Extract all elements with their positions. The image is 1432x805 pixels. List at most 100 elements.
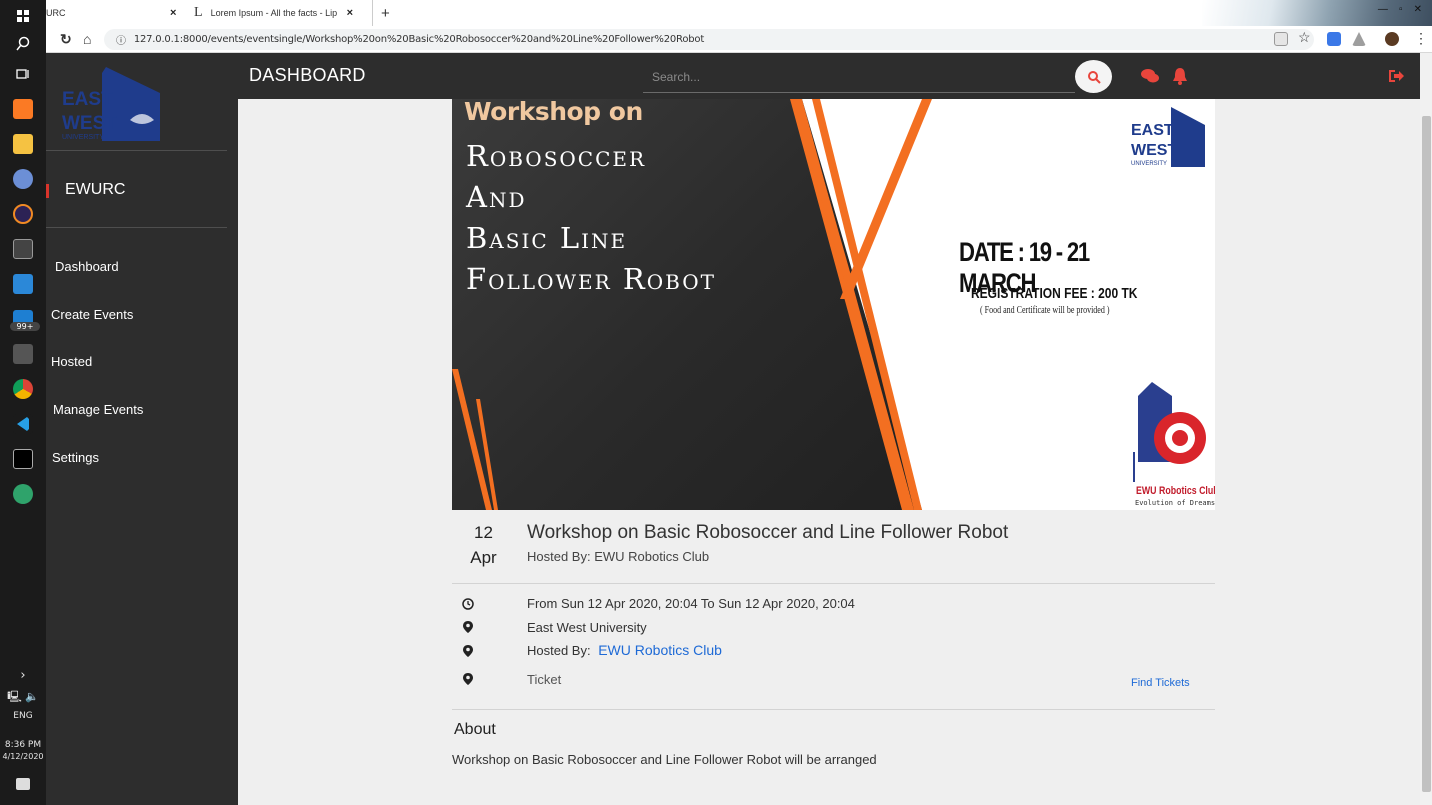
event-ticket-label: Ticket [527,672,562,687]
divider [452,583,1215,584]
search-icon[interactable] [13,34,33,54]
chrome-icon[interactable] [13,379,33,399]
sidebar-divider [46,150,227,151]
language-indicator[interactable]: ENG [0,711,46,721]
sidebar-item-dashboard[interactable]: Dashboard [46,251,238,281]
logout-icon[interactable] [1386,66,1406,86]
banner-line: Basic Line [466,221,628,255]
sidebar-item-settings[interactable]: Settings [46,442,238,472]
banner-line: Robosoccer [466,139,647,173]
translate-icon[interactable] [1274,32,1288,46]
info-icon[interactable]: ⓘ [116,32,126,47]
svg-text:EAST: EAST [1131,122,1174,139]
event-title: Workshop on Basic Robosoccer and Line Fo… [527,522,1009,543]
svg-text:EAST: EAST [62,89,113,110]
svg-text:UNIVERSITY: UNIVERSITY [62,134,104,141]
banner-line: Follower Robot [466,262,716,296]
svg-text:UNIVERSITY: UNIVERSITY [1131,161,1167,167]
chevron-up-icon[interactable]: › [0,668,46,683]
event-location: East West University [527,620,647,635]
vscode-icon[interactable] [13,414,33,434]
reload-icon[interactable]: ↻ [60,31,72,48]
banner-ewu-logo: EAST WEST UNIVERSITY [1131,105,1209,169]
banner-line: And [466,180,527,214]
close-icon[interactable]: × [347,7,353,19]
top-header: DASHBOARD [238,53,1420,99]
tab-lorem-ipsum[interactable]: L Lorem Ipsum - All the facts - Lip × [194,0,364,26]
about-heading: About [454,721,496,738]
event-banner-image: Workshop on Robosoccer And Basic Line Fo… [452,99,1215,510]
sidebar-item-hosted[interactable]: Hosted [46,346,238,376]
sidebar-item-manage-events[interactable]: Manage Events [46,394,238,424]
page-title: DASHBOARD [249,65,366,85]
tab-ewurc[interactable]: URC × [46,0,188,26]
banner-fee: REGISTRATION FEE : 200 TK [971,285,1138,302]
hosted-by-label: Hosted By: [527,643,591,658]
windows-start-icon[interactable] [13,6,33,26]
sidebar-item-label: Settings [52,449,99,465]
event-time: From Sun 12 Apr 2020, 20:04 To Sun 12 Ap… [527,596,855,611]
sidebar-brand[interactable]: EWURC [65,181,125,199]
extension-icon[interactable] [1327,32,1341,46]
location-pin-icon [462,644,474,658]
clock-time[interactable]: 8:36 PM [0,740,46,750]
bookmark-star-icon[interactable]: ☆ [1298,29,1311,46]
url-input[interactable]: ⓘ 127.0.0.1:8000/events/eventsingle/Work… [104,29,1314,50]
clock-icon [462,597,474,611]
home-icon[interactable]: ⌂ [83,31,91,47]
eclipse-icon[interactable] [13,204,33,224]
xampp-icon[interactable] [13,99,33,119]
browser-tab-bar: URC × L Lorem Ipsum - All the facts - Li… [46,0,1432,26]
banner-note: ( Food and Certificate will be provided … [980,305,1110,316]
window-controls[interactable]: — ▫ ✕ [1378,4,1422,15]
profile-avatar[interactable] [1385,32,1399,46]
network-volume-icon[interactable]: 🖳 🔈 [0,688,46,707]
notifications-bell-icon[interactable] [1170,66,1190,86]
menu-icon[interactable]: ⋮ [1414,30,1428,47]
svg-text:WEST: WEST [62,113,117,134]
banner-club-tagline: Evolution of Dreams [1135,499,1215,507]
event-date-day: 12 [474,523,493,542]
new-tab-button[interactable]: + [372,0,390,26]
ewu-logo[interactable]: EAST WEST UNIVERSITY [60,65,178,143]
terminal-icon[interactable] [13,239,33,259]
app-icon[interactable] [13,169,33,189]
store-icon[interactable] [13,274,33,294]
location-pin-icon [462,620,474,634]
sidebar-item-label: Manage Events [53,401,144,417]
scrollbar-thumb[interactable] [1422,116,1431,792]
app-green-icon[interactable] [13,484,33,504]
search-icon [1087,70,1101,84]
messages-icon[interactable] [1140,66,1160,86]
notification-icon[interactable] [0,778,46,793]
sidebar-item-label: Hosted [51,353,93,369]
host-link[interactable]: EWU Robotics Club [598,642,722,658]
event-date-month: Apr [470,548,497,567]
search-input[interactable] [643,61,1075,93]
task-view-icon[interactable] [13,64,33,84]
clock-date[interactable]: 4/12/2020 [0,752,46,761]
screen: 99+ › 🖳 🔈 ENG 8:36 PM 4/12/2020 URC × L … [0,0,1432,805]
browser-address-bar: ↻ ⌂ ⓘ 127.0.0.1:8000/events/eventsingle/… [46,26,1432,53]
sidebar: EAST WEST UNIVERSITY EWURC Dashboard Cre… [46,53,238,805]
svg-text:WEST: WEST [1131,142,1177,159]
banner-headline-top: Workshop on [464,99,643,126]
mail-badge: 99+ [10,322,40,331]
calculator-icon[interactable] [13,344,33,364]
sidebar-item-label: Create Events [51,306,134,322]
event-host-row: Hosted By: EWU Robotics Club [527,642,722,658]
sidebar-item-create-events[interactable]: Create Events [46,299,238,329]
about-text: Workshop on Basic Robosoccer and Line Fo… [452,752,877,767]
drive-icon[interactable] [1352,32,1366,46]
url-text: 127.0.0.1:8000/events/eventsingle/Worksh… [133,34,705,45]
sidebar-divider [46,227,227,228]
search-button[interactable] [1075,60,1112,93]
banner-club-name: EWU Robotics Club [1136,485,1215,497]
tab-title: URC [46,8,66,18]
cmd-icon[interactable] [13,449,33,469]
windows-taskbar: 99+ › 🖳 🔈 ENG 8:36 PM 4/12/2020 [0,0,46,805]
close-icon[interactable]: × [170,7,176,19]
main-content: Workshop on Robosoccer And Basic Line Fo… [238,99,1420,805]
file-explorer-icon[interactable] [13,134,33,154]
find-tickets-link[interactable]: Find Tickets [1131,677,1190,689]
